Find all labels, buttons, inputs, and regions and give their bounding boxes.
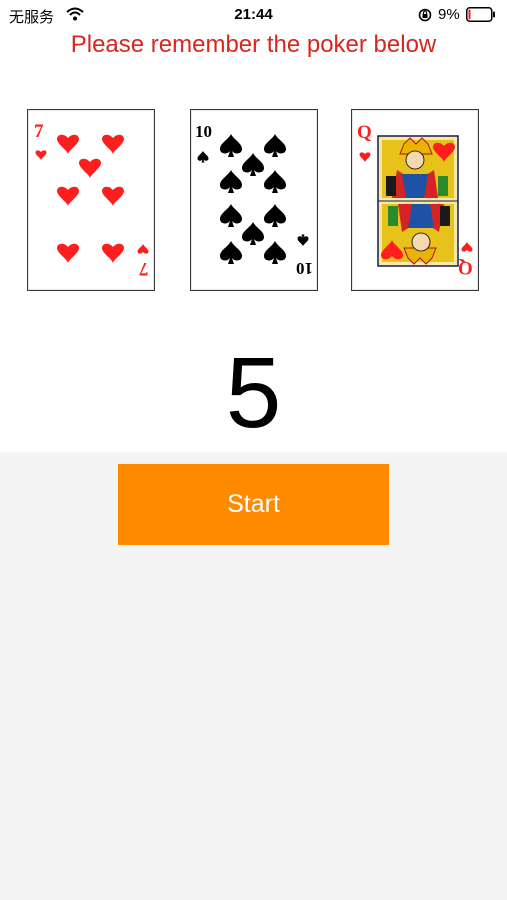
card-seven-of-hearts: 7 7 — [27, 109, 155, 291]
status-bar: 无服务 21:44 9% — [0, 0, 507, 30]
start-button[interactable]: Start — [118, 464, 389, 545]
spades-pips — [197, 134, 309, 264]
battery-icon — [466, 7, 495, 22]
orientation-lock-icon — [418, 8, 432, 22]
card-ten-of-spades: 10 10 — [190, 109, 318, 291]
instruction-text: Please remember the poker below — [70, 31, 437, 58]
countdown-number: 5 — [225, 337, 282, 449]
battery-percent: 9% — [438, 6, 460, 23]
queen-face-art — [359, 135, 473, 267]
card-queen-of-hearts: Q Q — [351, 109, 479, 291]
hearts-pips — [35, 134, 149, 263]
